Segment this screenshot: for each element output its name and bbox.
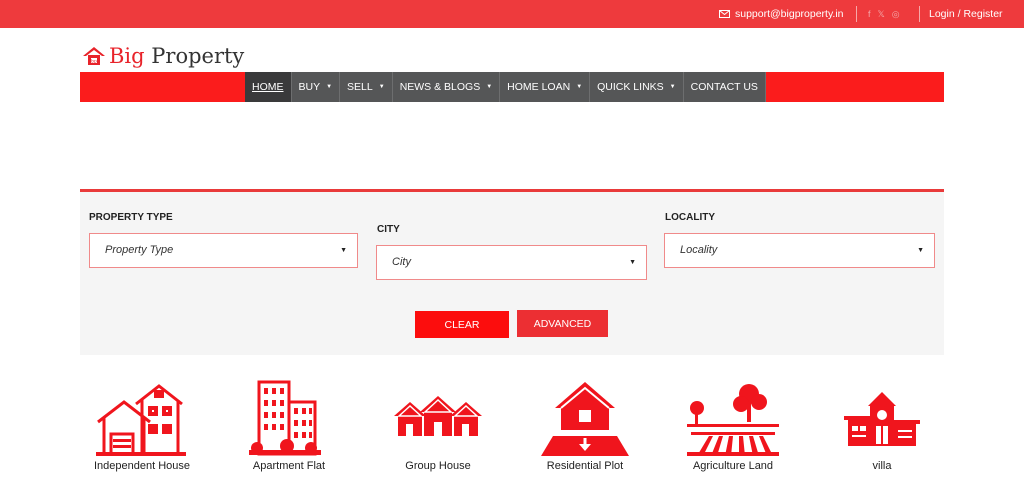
support-email-text: support@bigproperty.in: [735, 8, 844, 20]
category-apartment-flat[interactable]: Apartment Flat: [219, 378, 359, 478]
nav-label: HOME: [252, 81, 284, 93]
category-villa[interactable]: villa: [812, 378, 952, 478]
nav-item-home[interactable]: HOME: [245, 72, 292, 102]
logo-wordmark: Big Property: [109, 44, 244, 68]
instagram-icon[interactable]: ◎: [892, 9, 900, 19]
nav-label: SELL: [347, 81, 373, 93]
nav-label: BUY: [298, 81, 321, 93]
apartment-icon: [249, 380, 321, 456]
nav-item-buy[interactable]: BUY ▼: [291, 72, 341, 102]
independent-house-icon: [96, 384, 186, 456]
category-label: Group House: [405, 460, 471, 472]
nav-item-contact-us[interactable]: CONTACT US: [683, 72, 766, 102]
caret-down-icon: ▼: [576, 84, 583, 90]
nav-item-quick-links[interactable]: QUICK LINKS ▼: [590, 72, 684, 102]
svg-text:bp: bp: [91, 59, 97, 65]
category-group-house[interactable]: Group House: [368, 378, 508, 478]
locality-label: LOCALITY: [665, 212, 715, 223]
caret-down-icon: ▼: [326, 84, 333, 90]
residential-plot-icon: [541, 382, 629, 456]
category-label: villa: [872, 460, 892, 472]
nav-label: QUICK LINKS: [597, 81, 664, 93]
dropdown-arrow-icon: ▼: [917, 247, 924, 254]
logo-word-property: Property: [144, 44, 245, 68]
clear-button[interactable]: CLEAR: [415, 311, 509, 338]
house-logo-icon: bp: [83, 47, 105, 65]
caret-down-icon: ▼: [378, 84, 385, 90]
city-label: CITY: [377, 224, 400, 235]
locality-select[interactable]: Locality ▼: [664, 233, 935, 268]
nav-item-news-blogs[interactable]: NEWS & BLOGS ▼: [392, 72, 501, 102]
locality-value: Locality: [680, 244, 718, 256]
divider: [919, 6, 920, 22]
support-email-link[interactable]: support@bigproperty.in: [719, 7, 844, 21]
caret-down-icon: ▼: [669, 84, 676, 90]
x-twitter-icon[interactable]: 𝕏: [878, 9, 885, 19]
site-logo[interactable]: bp Big Property: [82, 44, 244, 68]
envelope-icon: [719, 10, 730, 18]
divider: [856, 6, 857, 22]
nav-label: HOME LOAN: [507, 81, 571, 93]
villa-icon: [844, 392, 920, 446]
category-independent-house[interactable]: Independent House: [72, 378, 212, 478]
dropdown-arrow-icon: ▼: [340, 247, 347, 254]
property-type-value: Property Type: [105, 244, 174, 256]
facebook-icon[interactable]: f: [868, 9, 871, 19]
category-label: Apartment Flat: [252, 460, 326, 472]
nav-item-home-loan[interactable]: HOME LOAN ▼: [500, 72, 591, 102]
login-register-link[interactable]: Login / Register: [929, 8, 1003, 20]
property-type-label: PROPERTY TYPE: [89, 212, 173, 223]
property-search-panel: PROPERTY TYPE Property Type ▼ CITY City …: [80, 189, 944, 355]
dropdown-arrow-icon: ▼: [629, 259, 636, 266]
category-label: Independent House: [93, 460, 191, 472]
nav-label: NEWS & BLOGS: [399, 81, 481, 93]
nav-item-sell[interactable]: SELL ▼: [340, 72, 393, 102]
agriculture-land-icon: [687, 384, 779, 456]
caret-down-icon: ▼: [486, 84, 493, 90]
nav-label: CONTACT US: [690, 81, 758, 93]
main-navigation: HOME BUY ▼ SELL ▼ NEWS & BLOGS ▼ HOME LOAN ▼…: [80, 72, 944, 102]
advanced-button[interactable]: ADVANCED: [517, 310, 608, 337]
group-house-icon: [394, 396, 482, 436]
logo-word-big: Big: [109, 44, 145, 68]
category-agriculture-land[interactable]: Agriculture Land: [663, 378, 803, 478]
social-links: f 𝕏 ◎: [868, 9, 900, 19]
property-type-select[interactable]: Property Type ▼: [89, 233, 358, 268]
city-value: City: [392, 256, 411, 268]
top-bar: support@bigproperty.in f 𝕏 ◎ Login / Reg…: [0, 0, 1024, 28]
category-residential-plot[interactable]: Residential Plot: [515, 378, 655, 478]
category-label: Agriculture Land: [692, 460, 774, 472]
city-select[interactable]: City ▼: [376, 245, 647, 280]
category-label: Residential Plot: [546, 460, 624, 472]
